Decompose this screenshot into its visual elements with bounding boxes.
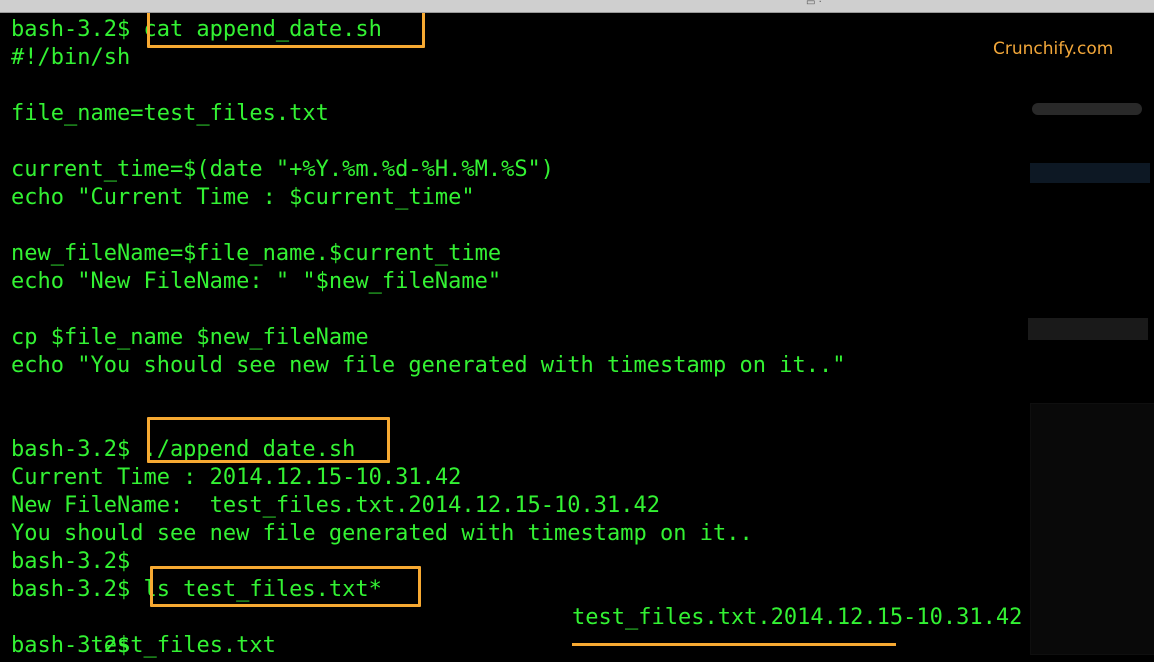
terminal-line: bash-3.2$ ls test_files.txt* [11,577,382,602]
terminal-line: Current Time : 2014.12.15-10.31.42 [11,465,462,490]
terminal-line: current_time=$(date "+%Y.%m.%d-%H.%M.%S"… [11,157,555,182]
terminal-line: New FileName: test_files.txt.2014.12.15-… [11,493,661,518]
highlight-box-ls-command [150,566,421,607]
terminal-line: bash-3.2$ cat append_date.sh [11,17,382,42]
terminal-line: echo "You should see new file generated … [11,353,846,378]
ghost-search-bar [1032,103,1142,115]
ghost-link-block [1030,163,1150,183]
underline-timestamped-file [572,643,896,646]
ls-file-original: test_files.txt [90,633,276,658]
highlight-box-cat-command [147,13,425,48]
terminal-line: #!/bin/sh [11,45,131,70]
tab-icon: ▭ · [806,0,822,8]
terminal-window[interactable]: bash-3.2$ cat append_date.sh #!/bin/sh f… [0,13,1154,662]
terminal-line: echo "Current Time : $current_time" [11,185,475,210]
terminal-line: bash-3.2$ [11,549,131,574]
ghost-image-block [1030,403,1154,655]
ghost-heading-block [1028,318,1148,340]
ls-file-timestamped: test_files.txt.2014.12.15-10.31.42 [572,605,1023,630]
terminal-output: bash-3.2$ cat append_date.sh #!/bin/sh f… [11,16,1022,660]
terminal-line: cp $file_name $new_fileName [11,325,369,350]
highlight-box-run-script [147,417,390,463]
ls-output-row: test_files.txt test_files.txt.2014.12.15… [11,604,1022,658]
terminal-line: new_fileName=$file_name.$current_time [11,241,502,266]
terminal-line: echo "New FileName: " "$new_fileName" [11,269,502,294]
background-webpage [1020,93,1154,655]
terminal-line: file_name=test_files.txt [11,101,329,126]
window-title-bar: ▭ · [0,0,1154,13]
terminal-line: bash-3.2$ ./append_date.sh [11,437,356,462]
watermark-label: Crunchify.com [993,39,1114,59]
terminal-line: You should see new file generated with t… [11,521,753,546]
